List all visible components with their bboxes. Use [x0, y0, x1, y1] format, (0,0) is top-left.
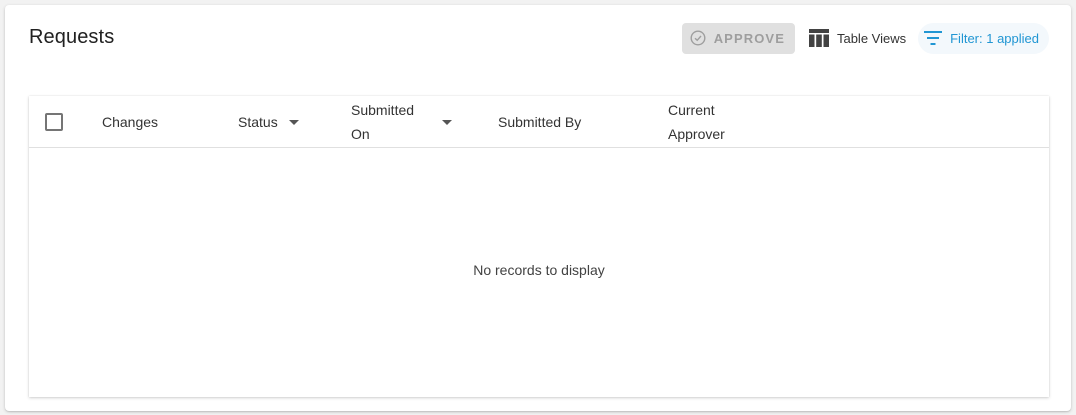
- approve-button[interactable]: APPROVE: [681, 22, 795, 54]
- column-header-changes[interactable]: Changes: [102, 96, 158, 148]
- sort-down-icon[interactable]: [288, 119, 299, 125]
- column-label-line2: On: [351, 126, 370, 142]
- filter-list-icon: [924, 31, 943, 45]
- table-views-label: Table Views: [836, 30, 907, 46]
- column-header-current-approver[interactable]: Current Approver: [668, 96, 725, 148]
- toolbar: APPROVE Table Views Filter: 1 applied: [681, 22, 1049, 54]
- requests-table: Changes Status Submitted On Submitted By…: [29, 96, 1049, 397]
- column-label: Changes: [102, 114, 159, 130]
- table-header: Changes Status Submitted On Submitted By…: [29, 96, 1049, 148]
- requests-card: Requests APPROVE Table Views Filter: 1 a…: [5, 5, 1071, 411]
- filter-label: Filter: 1 applied: [950, 30, 1039, 46]
- column-label: Status: [238, 114, 278, 130]
- sort-down-icon[interactable]: [442, 119, 453, 125]
- column-label-line2: Approver: [668, 126, 725, 142]
- filter-button[interactable]: Filter: 1 applied: [918, 22, 1049, 54]
- check-circle-icon: [690, 30, 706, 46]
- select-all-checkbox[interactable]: [45, 113, 63, 131]
- column-header-status[interactable]: Status: [238, 96, 299, 148]
- column-header-submitted-on[interactable]: Submitted On: [351, 96, 453, 148]
- table-columns-icon: [808, 29, 829, 47]
- table-views-button[interactable]: Table Views: [801, 23, 914, 54]
- column-label-line1: Submitted: [351, 102, 415, 118]
- column-label-line1: Current: [668, 102, 715, 118]
- empty-state-message: No records to display: [473, 262, 605, 278]
- approve-button-label: APPROVE: [713, 30, 785, 46]
- column-header-submitted-by[interactable]: Submitted By: [498, 96, 581, 148]
- page-title: Requests: [29, 26, 115, 48]
- column-label: Submitted By: [498, 114, 582, 130]
